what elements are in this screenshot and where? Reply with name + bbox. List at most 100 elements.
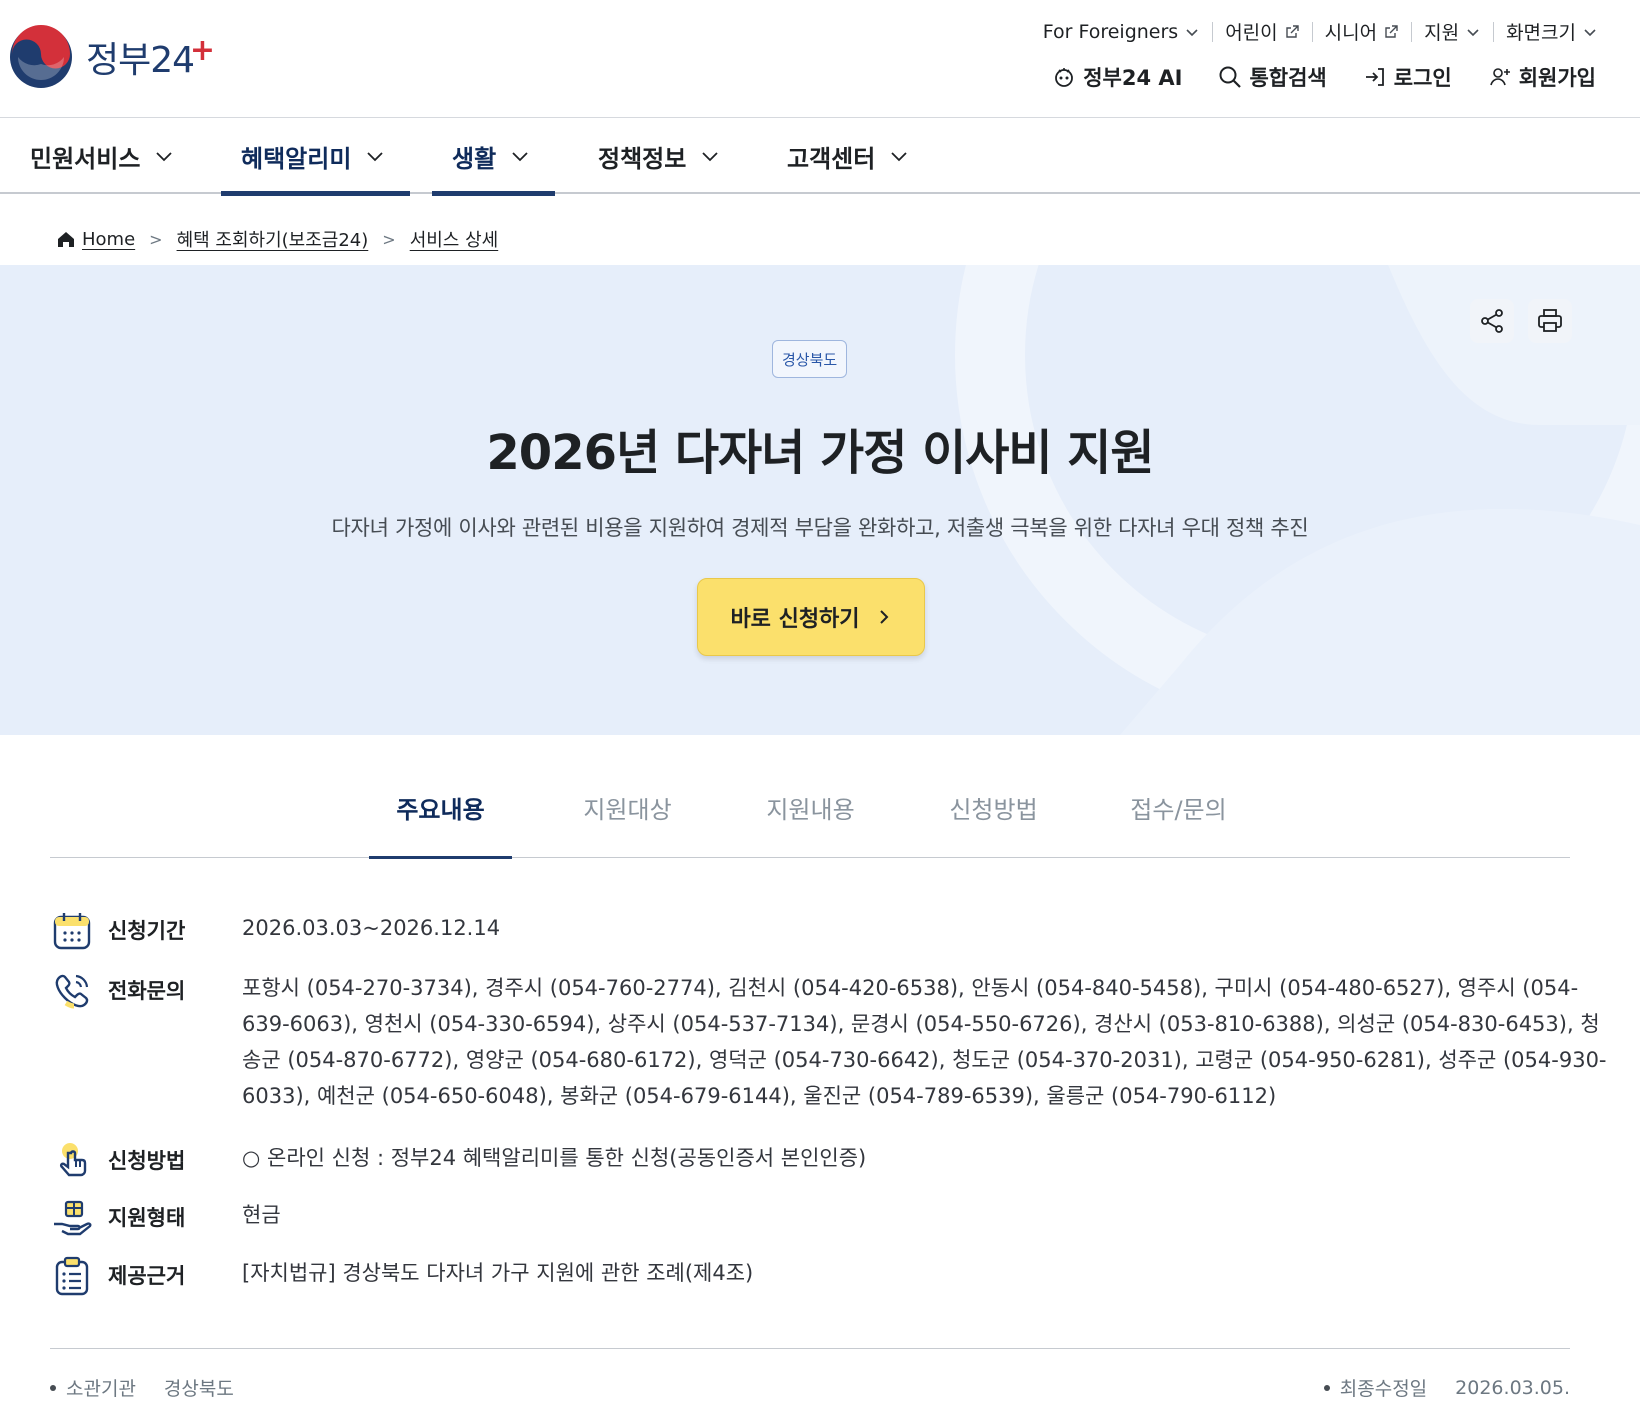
nav-life-label: 생활 (452, 144, 497, 173)
agency-meta: 소관기관 경상북도 (50, 1374, 234, 1401)
chevron-down-icon (367, 152, 384, 162)
chevron-right-icon: > (382, 229, 396, 249)
apply-now-label: 바로 신청하기 (730, 607, 860, 632)
signup-button-label: 회원가입 (1518, 66, 1596, 90)
nav-benefit-alert[interactable]: 혜택알리미 (221, 118, 410, 196)
login-button[interactable]: 로그인 (1363, 62, 1452, 92)
service-description: 다자녀 가정에 이사와 관련된 비용을 지원하여 경제적 부담을 완화하고, 저… (331, 516, 1309, 540)
nav-policy-info-label: 정책정보 (598, 144, 687, 173)
print-icon (1538, 309, 1562, 332)
info-value-type: 현금 (242, 1203, 281, 1227)
updated-label: 최종수정일 (1339, 1378, 1428, 1400)
info-row-basis: 제공근거 [자치법규] 경상북도 다자녀 가구 지원에 관한 조례(제4조) (52, 1256, 753, 1296)
logo[interactable]: 정부24 + (8, 24, 215, 90)
share-button[interactable] (1470, 299, 1514, 343)
nav-customer-center-label: 고객센터 (787, 144, 876, 173)
ai-button-label: 정부24 AI (1083, 66, 1183, 90)
detail-tabs: 주요내용 지원대상 지원내용 신청방법 접수/문의 (50, 770, 1570, 859)
nav-policy-info[interactable]: 정책정보 (598, 118, 720, 194)
chevron-right-icon: > (149, 229, 163, 249)
chevron-down-icon (512, 152, 528, 162)
util-font-size[interactable]: 화면크기 (1494, 18, 1610, 45)
info-label-method: 신청방법 (108, 1149, 186, 1173)
apply-now-button[interactable]: 바로 신청하기 (697, 578, 925, 656)
login-icon (1365, 68, 1384, 86)
util-font-size-label: 화면크기 (1506, 22, 1576, 44)
updated-value: 2026.03.05. (1455, 1376, 1570, 1399)
info-label-period: 신청기간 (108, 919, 186, 943)
chevron-right-icon (879, 610, 888, 624)
print-button[interactable] (1528, 299, 1572, 343)
search-button[interactable]: 통합검색 (1218, 62, 1327, 92)
search-button-label: 통합검색 (1249, 66, 1327, 90)
breadcrumb-benefit-search[interactable]: 혜택 조회하기(보조금24) (177, 226, 369, 252)
utility-nav: For Foreigners 어린이 시니어 지원 화면크기 (1031, 18, 1610, 45)
util-kids-label: 어린이 (1225, 22, 1278, 44)
util-support-label: 지원 (1424, 22, 1460, 44)
ai-button[interactable]: 정부24 AI (1052, 62, 1182, 92)
tab-eligibility[interactable]: 지원대상 (556, 790, 699, 858)
util-support[interactable]: 지원 (1412, 18, 1493, 45)
chevron-down-icon (156, 152, 173, 162)
add-user-icon (1489, 68, 1510, 86)
info-row-period: 신청기간 2026.03.03~2026.12.14 (52, 913, 500, 951)
chevron-down-icon (891, 152, 907, 162)
breadcrumb-home[interactable]: Home (56, 229, 135, 250)
chevron-down-icon (1186, 28, 1198, 36)
logo-text: 정부24 + (86, 33, 215, 81)
clipboard-list-icon (55, 1256, 89, 1296)
chevron-down-icon (702, 152, 718, 162)
nav-customer-center[interactable]: 고객센터 (787, 118, 909, 194)
info-value-phone: 포항시 (054-270-3734), 경주시 (054-760-2774), … (242, 976, 1607, 1108)
external-link-icon (1285, 24, 1299, 38)
util-senior-label: 시니어 (1324, 22, 1378, 44)
divider (50, 1348, 1570, 1349)
info-label-phone: 전화문의 (108, 979, 186, 1003)
chevron-down-icon (1584, 28, 1596, 36)
header-main-buttons: 정부24 AI 통합검색 로그인 회원가입 (1052, 62, 1596, 92)
nav-civil-service[interactable]: 민원서비스 (30, 118, 174, 194)
share-icon (1481, 309, 1503, 333)
ai-bot-icon (1055, 68, 1074, 87)
site-header: 정부24 + For Foreigners 어린이 시니어 지원 화면크기 정부… (0, 0, 1640, 118)
hand-gift-icon (54, 1200, 92, 1236)
hero-actions (1470, 299, 1572, 343)
breadcrumb: Home > 혜택 조회하기(보조금24) > 서비스 상세 (56, 226, 498, 252)
bullet-icon (1323, 1384, 1330, 1391)
hero-decoration (955, 265, 1640, 735)
updated-meta: 최종수정일 2026.03.05. (1323, 1374, 1570, 1401)
tab-contact[interactable]: 접수/문의 (1107, 790, 1250, 858)
util-foreigners-label: For Foreigners (1042, 20, 1179, 43)
taegeuk-logo-icon (10, 25, 72, 88)
util-kids[interactable]: 어린이 (1213, 18, 1311, 45)
util-foreigners[interactable]: For Foreigners (1031, 21, 1212, 43)
breadcrumb-service-detail[interactable]: 서비스 상세 (410, 226, 499, 252)
login-button-label: 로그인 (1393, 66, 1452, 90)
external-link-icon (1385, 24, 1398, 38)
home-icon (58, 232, 74, 247)
signup-button[interactable]: 회원가입 (1488, 62, 1596, 92)
service-hero: 경상북도 2026년 다자녀 가정 이사비 지원 다자녀 가정에 이사와 관련된… (0, 265, 1640, 735)
bullet-icon (50, 1384, 56, 1391)
info-label-type: 지원형태 (108, 1206, 186, 1230)
info-row-method: 신청방법 ○ 온라인 신청 : 정부24 혜택알리미를 통한 신청(공동인증서 … (52, 1143, 866, 1181)
util-senior[interactable]: 시니어 (1313, 18, 1411, 45)
region-badge: 경상북도 (772, 340, 848, 378)
calendar-icon (53, 913, 91, 950)
search-icon (1219, 66, 1242, 88)
nav-benefit-alert-label: 혜택알리미 (241, 144, 352, 173)
tab-how-to-apply[interactable]: 신청방법 (922, 790, 1065, 858)
page-title: 2026년 다자녀 가정 이사비 지원 (486, 425, 1154, 481)
chevron-down-icon (1467, 28, 1479, 36)
info-row-type: 지원형태 현금 (52, 1200, 281, 1238)
info-value-method: ○ 온라인 신청 : 정부24 혜택알리미를 통한 신청(공동인증서 본인인증) (242, 1146, 867, 1170)
info-value-period: 2026.03.03~2026.12.14 (242, 916, 501, 940)
main-nav: 민원서비스 혜택알리미 생활 정책정보 고객센터 (0, 118, 1640, 196)
nav-life[interactable]: 생활 (432, 118, 555, 196)
info-value-basis: [자치법규] 경상북도 다자녀 가구 지원에 관한 조례(제4조) (242, 1261, 754, 1285)
hand-touch-icon (59, 1143, 87, 1177)
tab-support-content[interactable]: 지원내용 (739, 790, 882, 858)
agency-label: 소관기관 (66, 1378, 136, 1400)
tab-main-content[interactable]: 주요내용 (369, 790, 512, 859)
agency-value: 경상북도 (163, 1378, 234, 1400)
